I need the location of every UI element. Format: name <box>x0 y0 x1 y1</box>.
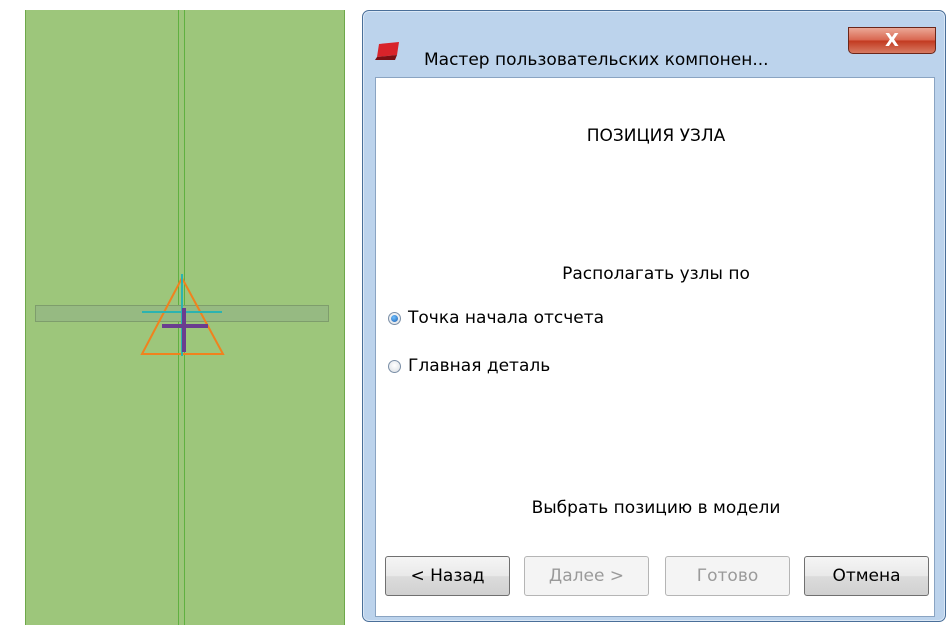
dialog-content: ПОЗИЦИЯ УЗЛА Располагать узлы по Точка н… <box>375 77 935 617</box>
cancel-button[interactable]: Отмена <box>804 556 929 596</box>
radio-button-selected-icon[interactable] <box>388 312 401 325</box>
select-position-in-model-label: Выбрать позицию в модели <box>531 498 781 518</box>
dialog-title: Мастер пользовательских компонен... <box>424 50 769 70</box>
app-logo-icon <box>375 42 399 60</box>
back-button[interactable]: < Назад <box>385 556 510 596</box>
radio-option-label: Точка начала отсчета <box>408 308 605 328</box>
radio-option-label: Главная деталь <box>408 356 551 376</box>
next-button[interactable]: Далее > <box>524 556 649 596</box>
component-origin-marker[interactable] <box>130 268 240 368</box>
dialog-titlebar[interactable]: Мастер пользовательских компонен... X <box>363 11 945 77</box>
finish-button[interactable]: Готово <box>665 556 790 596</box>
section-heading: ПОЗИЦИЯ УЗЛА <box>586 126 726 146</box>
radio-button-icon[interactable] <box>388 360 401 373</box>
component-wizard-dialog: Мастер пользовательских компонен... X ПО… <box>362 10 946 622</box>
model-viewport[interactable] <box>0 0 362 625</box>
position-by-label: Располагать узлы по <box>562 264 750 284</box>
close-button[interactable]: X <box>848 27 936 54</box>
